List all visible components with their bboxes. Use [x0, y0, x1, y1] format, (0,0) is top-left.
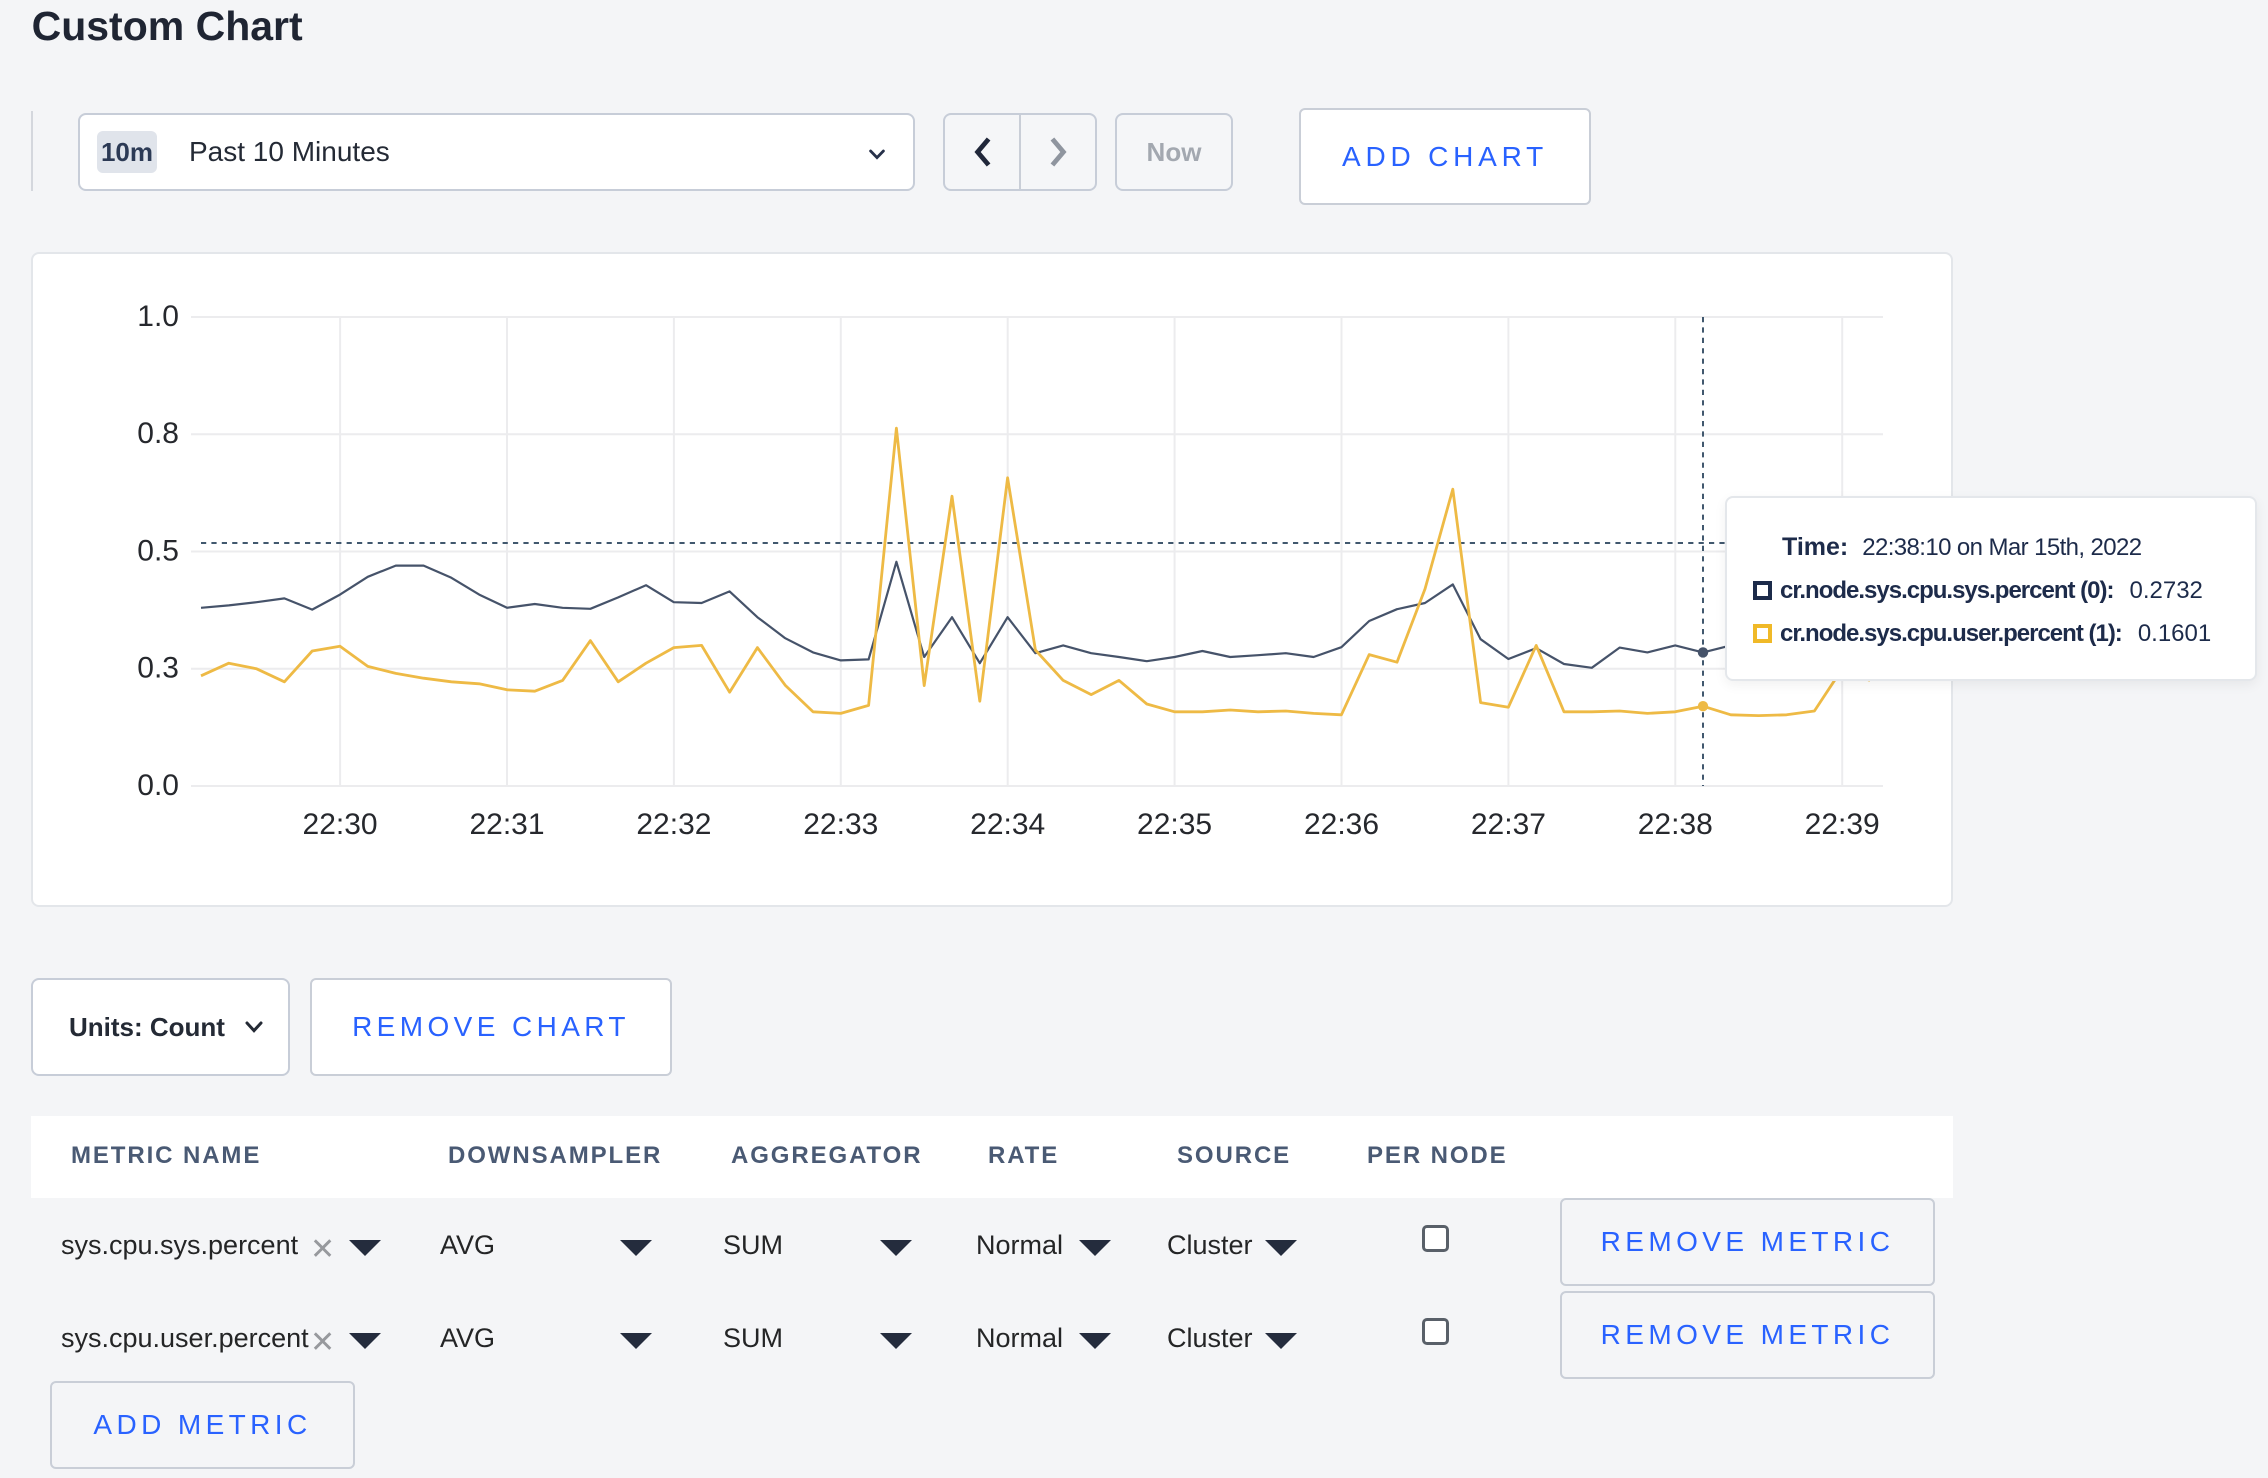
svg-text:22:38: 22:38: [1638, 808, 1713, 841]
svg-text:22:39: 22:39: [1805, 808, 1880, 841]
svg-text:0.0: 0.0: [137, 769, 179, 802]
svg-text:0.5: 0.5: [137, 534, 179, 567]
svg-text:22:36: 22:36: [1304, 808, 1379, 841]
svg-text:22:35: 22:35: [1137, 808, 1212, 841]
svg-text:22:31: 22:31: [469, 808, 544, 841]
svg-text:0.8: 0.8: [137, 417, 179, 450]
svg-text:22:33: 22:33: [803, 808, 878, 841]
svg-text:0.3: 0.3: [137, 652, 179, 685]
svg-text:22:32: 22:32: [636, 808, 711, 841]
svg-text:1.0: 1.0: [137, 300, 179, 333]
svg-text:22:34: 22:34: [970, 808, 1045, 841]
svg-text:22:37: 22:37: [1471, 808, 1546, 841]
svg-text:22:30: 22:30: [303, 808, 378, 841]
